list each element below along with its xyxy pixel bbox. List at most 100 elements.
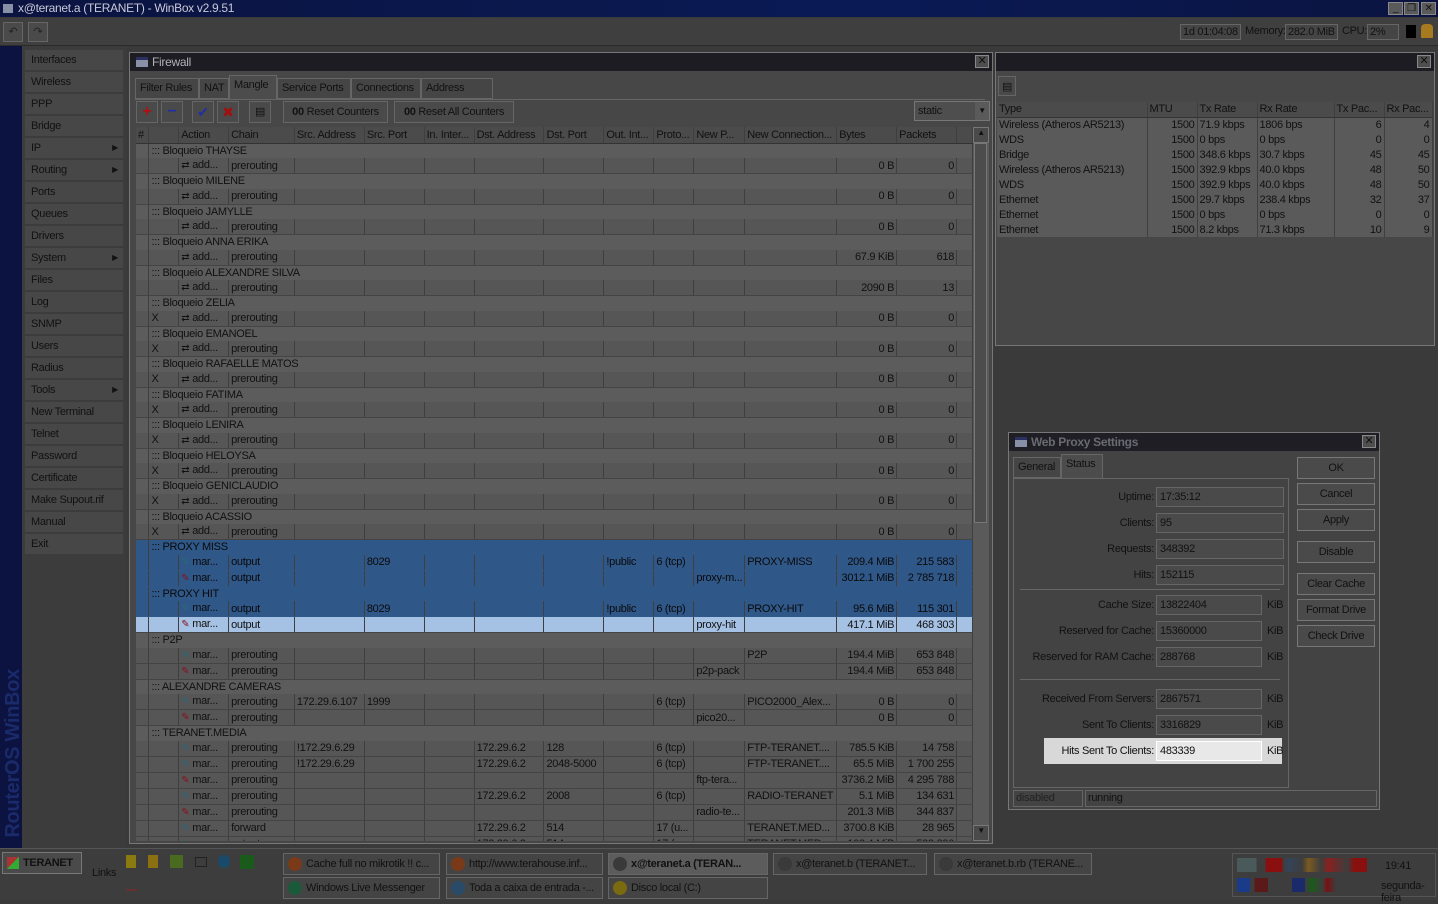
sidebar-item-certificate[interactable]: Certificate: [25, 468, 123, 488]
sidebar-item-wireless[interactable]: Wireless: [25, 72, 123, 92]
table-row[interactable]: ⇄ add... prerouting 2090 B 13: [136, 280, 973, 296]
network-icon[interactable]: [170, 855, 183, 868]
enable-icon[interactable]: ✔: [192, 101, 214, 123]
sidebar-item-interfaces[interactable]: Interfaces: [25, 50, 123, 70]
sidebar-item-ports[interactable]: Ports: [25, 182, 123, 202]
reset-all-counters-button[interactable]: 00 Reset All Counters: [394, 101, 514, 123]
table-row[interactable]: ⇄ add... prerouting 67.9 KiB 618: [136, 249, 973, 266]
scrollbar-thumb[interactable]: [974, 143, 987, 523]
web-proxy-close-button[interactable]: ✕: [1362, 435, 1376, 448]
table-row[interactable]: ✎ mar... prerouting 172.29.6.2 2008 6 (tcp) RA…: [136, 788, 973, 805]
sidebar-item-ppp[interactable]: PPP: [25, 94, 123, 114]
table-row[interactable]: ✎ mar... prerouting !172.29.6.29 172.29.6.2 1…: [136, 740, 973, 757]
lock-icon[interactable]: [1421, 24, 1433, 38]
table-row[interactable]: ✎ mar... output 8029 !public 6 (tcp) PROXY-HIT…: [136, 601, 973, 617]
tab-address-lists[interactable]: Address Lists: [421, 78, 493, 113]
restore-button[interactable]: ❐: [1404, 2, 1419, 15]
column-header[interactable]: Dst. Address: [474, 127, 545, 144]
table-row[interactable]: X ⇄ add... prerouting 0 B0: [136, 310, 973, 327]
format-drive-button[interactable]: Format Drive: [1297, 599, 1375, 621]
column-header[interactable]: Dst. Port: [543, 127, 605, 144]
table-row[interactable]: Ethernet 1500 8.2 kbps 71.3 kbps 10 9: [997, 222, 1433, 237]
quicklaunch-icon[interactable]: [126, 855, 136, 868]
taskbar-button[interactable]: Windows Live Messenger: [283, 877, 440, 899]
firewall-title-bar[interactable]: Firewall: [130, 53, 992, 71]
table-row[interactable]: ✎ mar... prerouting 172.29.6.107 1999 6 (tcp)…: [136, 694, 973, 710]
ok-button[interactable]: OK: [1297, 457, 1375, 479]
table-row[interactable]: ✎ mar... output proxy-hit 417.1 MiB 468 303: [136, 616, 973, 633]
column-header[interactable]: Type: [997, 102, 1148, 118]
comment-row[interactable]: ::: Bloqueio ACASSIO: [136, 509, 973, 524]
minimize-button[interactable]: _: [1388, 2, 1403, 15]
column-header[interactable]: New P...: [693, 127, 746, 144]
column-header[interactable]: MTU: [1147, 102, 1198, 118]
column-header[interactable]: Action: [178, 127, 230, 144]
redo-button[interactable]: ↷: [28, 22, 48, 42]
table-row[interactable]: ✎ mar... prerouting ftp-tera... 3736.2 MiB 4 …: [136, 772, 973, 789]
sidebar-item-users[interactable]: Users: [25, 336, 123, 356]
column-header[interactable]: Src. Address: [294, 127, 365, 144]
comment-row[interactable]: ::: Bloqueio ANNA ERIKA: [136, 234, 973, 250]
column-header[interactable]: In. Inter...: [424, 127, 475, 144]
column-header[interactable]: Chain: [228, 127, 295, 144]
comment-row[interactable]: ::: Bloqueio FATIMA: [136, 387, 973, 402]
sidebar-item-tools[interactable]: Tools ▶: [25, 380, 123, 400]
column-header[interactable]: Out. Int...: [603, 127, 655, 144]
table-row[interactable]: ⇄ add... prerouting 0 B0: [136, 158, 973, 174]
table-row[interactable]: ✎ mar... prerouting pico20... 0 B0: [136, 709, 973, 726]
table-row[interactable]: Wireless (Atheros AR5213) 1500 71.9 kbps 18…: [997, 117, 1433, 132]
comment-icon[interactable]: ▤: [998, 76, 1016, 96]
apply-button[interactable]: Apply: [1297, 509, 1375, 531]
table-row[interactable]: Wireless (Atheros AR5213) 1500 392.9 kbps 4…: [997, 162, 1433, 177]
vertical-scrollbar[interactable]: ▲ ▼: [973, 127, 989, 841]
filter-select[interactable]: static ▼: [914, 101, 990, 121]
winbox-icon[interactable]: [195, 857, 207, 867]
field-value[interactable]: 95: [1156, 513, 1284, 533]
field-value[interactable]: 17:35:12: [1156, 487, 1284, 507]
column-header[interactable]: Tx Rate: [1197, 102, 1258, 118]
disable-icon[interactable]: ✖: [217, 101, 239, 123]
table-row[interactable]: X ⇄ add... prerouting 0 B0: [136, 371, 973, 388]
tab-filter-rules[interactable]: Filter Rules: [135, 78, 199, 99]
table-row[interactable]: ✎ mar... prerouting p2p-pack 194.4 MiB 653 84…: [136, 663, 973, 680]
sidebar-item-new-terminal[interactable]: New Terminal: [25, 402, 123, 422]
table-row[interactable]: X ⇄ add... prerouting 0 B0: [136, 402, 973, 418]
column-header[interactable]: Rx Rate: [1257, 102, 1335, 118]
clear-cache-button[interactable]: Clear Cache: [1297, 573, 1375, 595]
comment-row[interactable]: ::: PROXY MISS: [136, 539, 973, 555]
field-value[interactable]: 13822404: [1156, 595, 1262, 615]
sidebar-item-drivers[interactable]: Drivers: [25, 226, 123, 246]
close-button[interactable]: ✕: [1421, 2, 1436, 15]
start-button[interactable]: TERANET: [2, 852, 82, 874]
show-desktop-icon[interactable]: [126, 881, 137, 891]
taskbar-button[interactable]: x@teranet.b (TERANET...: [773, 853, 927, 875]
comment-row[interactable]: ::: ALEXANDRE CAMERAS: [136, 679, 973, 694]
web-proxy-title-bar[interactable]: Web Proxy Settings: [1009, 433, 1379, 451]
table-row[interactable]: X ⇄ add... prerouting 0 B0: [136, 493, 973, 510]
table-row[interactable]: X ⇄ add... prerouting 0 B0: [136, 432, 973, 449]
comment-row[interactable]: ::: Bloqueio THAYSE: [136, 143, 973, 158]
field-value[interactable]: 2867571: [1156, 689, 1262, 709]
field-value[interactable]: 483339: [1156, 741, 1262, 761]
interfaces-close-button[interactable]: ✕: [1417, 55, 1431, 68]
tab-service-ports[interactable]: Service Ports: [277, 78, 351, 99]
tray-icons-row-1[interactable]: [1237, 858, 1367, 872]
comment-row[interactable]: ::: Bloqueio RAFAELLE MATOS: [136, 356, 973, 372]
firewall-close-button[interactable]: ✕: [975, 55, 989, 68]
sidebar-item-routing[interactable]: Routing ▶: [25, 160, 123, 180]
taskbar-button[interactable]: Cache full no mikrotik !! c...: [283, 853, 440, 875]
column-header[interactable]: Packets: [896, 127, 958, 144]
table-row[interactable]: ✎ mar... output proxy-m... 3012.1 MiB 2 785 7…: [136, 570, 973, 587]
sidebar-item-radius[interactable]: Radius: [25, 358, 123, 378]
sidebar-item-queues[interactable]: Queues: [25, 204, 123, 224]
reset-counters-button[interactable]: 00 Reset Counters: [283, 101, 388, 123]
column-header[interactable]: [148, 127, 180, 144]
taskbar-button[interactable]: x@teranet.a (TERAN...: [608, 853, 768, 875]
field-value[interactable]: 152115: [1156, 565, 1284, 585]
folder-icon[interactable]: [148, 855, 158, 868]
table-row[interactable]: WDS 1500 392.9 kbps 40.0 kbps 48 50: [997, 177, 1433, 192]
sidebar-item-bridge[interactable]: Bridge: [25, 116, 123, 136]
sidebar-item-snmp[interactable]: SNMP: [25, 314, 123, 334]
undo-button[interactable]: ↶: [3, 22, 23, 42]
table-row[interactable]: Ethernet 1500 0 bps 0 bps 0 0: [997, 207, 1433, 222]
